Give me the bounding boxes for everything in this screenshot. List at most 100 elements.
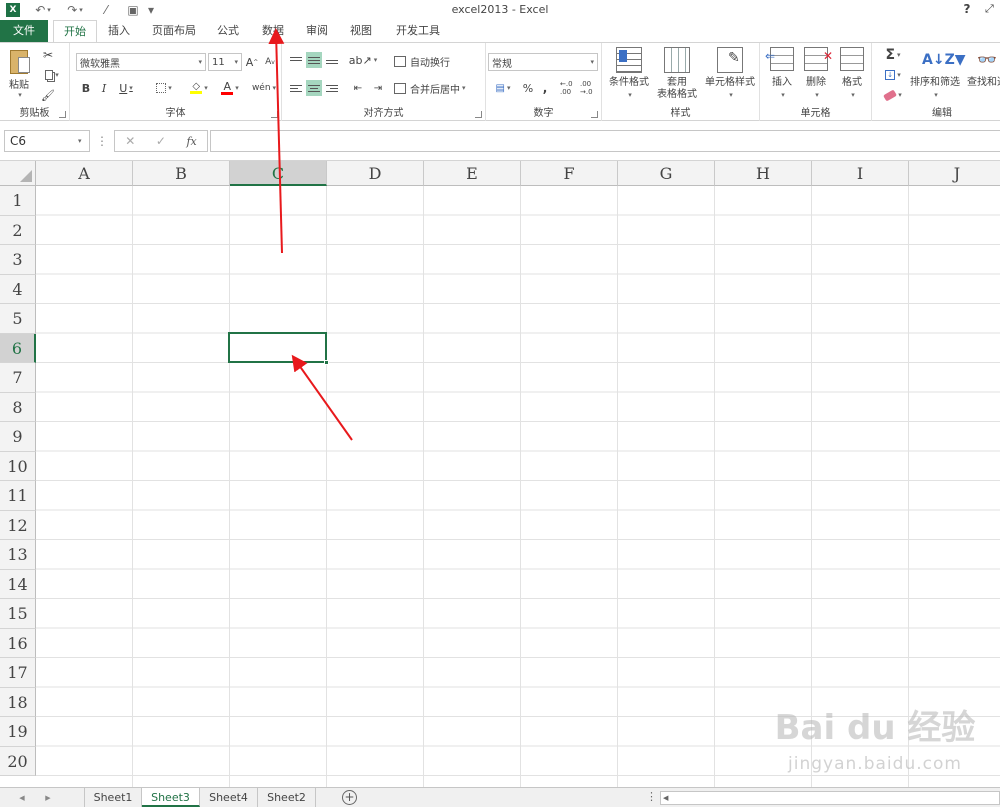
next-sheet-button[interactable]: ▶	[42, 791, 54, 805]
tab-file[interactable]: 文件	[0, 20, 48, 42]
row-header-19[interactable]: 19	[0, 717, 36, 747]
paste-button[interactable]: 粘贴 ▾	[4, 45, 34, 103]
add-sheet-button[interactable]: +	[342, 790, 357, 805]
cell-area[interactable]	[36, 186, 1000, 787]
clear-button[interactable]: ▾	[880, 87, 906, 103]
number-format-select[interactable]: 常规 ▾	[488, 53, 598, 71]
column-header-i[interactable]: I	[812, 161, 909, 186]
format-as-table-button[interactable]: 套用 表格格式	[654, 47, 700, 101]
comma-style-button[interactable]: ,	[538, 79, 552, 97]
chevron-down-icon[interactable]: ▾	[78, 130, 90, 152]
row-header-15[interactable]: 15	[0, 599, 36, 629]
decrease-font-size-button[interactable]: Av	[262, 53, 278, 71]
borders-button[interactable]: ▾	[150, 79, 178, 97]
sort-filter-button[interactable]: A↓Z▼ 排序和筛选 ▾	[908, 47, 965, 101]
save-button[interactable]: ▣	[124, 1, 142, 19]
row-header-11[interactable]: 11	[0, 481, 36, 511]
bold-button[interactable]: B	[78, 79, 94, 97]
row-header-4[interactable]: 4	[0, 274, 36, 304]
font-dialog-launcher[interactable]	[271, 111, 278, 118]
excel-app-icon[interactable]: X	[4, 1, 22, 19]
row-header-13[interactable]: 13	[0, 540, 36, 570]
tab-review[interactable]: 审阅	[302, 20, 332, 42]
number-dialog-launcher[interactable]	[591, 111, 598, 118]
formula-input[interactable]	[210, 130, 1000, 152]
phonetic-guide-button[interactable]: wén ▾	[250, 79, 278, 97]
scroll-left-button[interactable]: ◀	[663, 792, 673, 804]
decrease-indent-button[interactable]: ⇤	[350, 80, 366, 96]
column-header-j[interactable]: J	[909, 161, 1000, 186]
font-color-button[interactable]: A ▾	[216, 79, 244, 97]
tab-view[interactable]: 视图	[346, 20, 376, 42]
ribbon-display-options-button[interactable]: ⤢	[985, 2, 997, 16]
find-select-button[interactable]: 👓 查找和选	[962, 47, 1000, 89]
sheet-tab-sheet4[interactable]: Sheet4	[200, 788, 258, 807]
tab-formulas[interactable]: 公式	[214, 20, 242, 42]
redo-button[interactable]: ↷ ▾	[62, 1, 88, 19]
merge-center-button[interactable]: 合并后居中 ▾	[394, 79, 484, 97]
increase-indent-button[interactable]: ⇥	[370, 80, 386, 96]
column-header-d[interactable]: D	[327, 161, 424, 186]
column-header-h[interactable]: H	[715, 161, 812, 186]
insert-function-button[interactable]: fx	[186, 135, 196, 148]
tab-insert[interactable]: 插入	[104, 20, 134, 42]
cell-styles-button[interactable]: 单元格样式 ▾	[702, 47, 758, 101]
accounting-format-button[interactable]: ▤ ▾	[488, 79, 518, 97]
autosum-button[interactable]: Σ ▾	[880, 47, 906, 63]
fill-handle[interactable]	[324, 360, 329, 365]
tab-data[interactable]: 数据	[258, 20, 288, 42]
undo-button[interactable]: ↶ ▾	[30, 1, 56, 19]
confirm-entry-button[interactable]: ✓	[156, 134, 166, 148]
row-header-17[interactable]: 17	[0, 658, 36, 688]
column-header-g[interactable]: G	[618, 161, 715, 186]
delete-cells-button[interactable]: 删除 ▾	[800, 47, 833, 101]
cancel-entry-button[interactable]: ✕	[125, 134, 135, 148]
decrease-decimal-button[interactable]: .00 →.0	[580, 79, 598, 97]
format-painter-button[interactable]: 🖌	[40, 87, 56, 103]
column-header-f[interactable]: F	[521, 161, 618, 186]
insert-cells-button[interactable]: 插入 ▾	[765, 47, 798, 101]
format-cells-button[interactable]: 格式 ▾	[836, 47, 868, 101]
format-brush-quick-button[interactable]: ⁄	[96, 1, 116, 19]
row-header-8[interactable]: 8	[0, 392, 36, 422]
align-middle-button[interactable]	[306, 52, 322, 68]
help-button[interactable]: ?	[960, 2, 974, 16]
row-header-6[interactable]: 6	[0, 333, 36, 363]
row-header-12[interactable]: 12	[0, 510, 36, 540]
row-header-2[interactable]: 2	[0, 215, 36, 245]
sheet-tab-sheet2[interactable]: Sheet2	[258, 788, 316, 807]
row-header-7[interactable]: 7	[0, 363, 36, 393]
align-left-button[interactable]	[288, 80, 304, 96]
row-header-10[interactable]: 10	[0, 451, 36, 481]
sheet-bar-resize-handle[interactable]: ⋮	[646, 790, 657, 805]
copy-button[interactable]: ▾	[40, 67, 64, 83]
increase-font-size-button[interactable]: A ^	[244, 53, 260, 71]
font-size-select[interactable]: 11 ▾	[208, 53, 242, 71]
conditional-formatting-button[interactable]: 条件格式 ▾	[606, 47, 652, 101]
horizontal-scrollbar[interactable]: ◀	[660, 791, 1000, 805]
orientation-button[interactable]: ab↗ ▾	[349, 52, 377, 68]
align-center-button[interactable]	[306, 80, 322, 96]
tab-developer[interactable]: 开发工具	[390, 20, 446, 42]
prev-sheet-button[interactable]: ◀	[16, 791, 28, 805]
sheet-tab-sheet1[interactable]: Sheet1	[84, 788, 142, 807]
row-header-3[interactable]: 3	[0, 245, 36, 275]
customize-quick-access-button[interactable]: ▾	[146, 1, 156, 19]
column-header-c[interactable]: C	[230, 161, 327, 186]
fill-button[interactable]: ↓ ▾	[880, 67, 906, 83]
clipboard-dialog-launcher[interactable]	[59, 111, 66, 118]
align-bottom-button[interactable]	[324, 52, 340, 68]
row-header-9[interactable]: 9	[0, 422, 36, 452]
column-header-a[interactable]: A	[36, 161, 133, 186]
sheet-tab-sheet3[interactable]: Sheet3	[142, 788, 200, 807]
alignment-dialog-launcher[interactable]	[475, 111, 482, 118]
tab-page-layout[interactable]: 页面布局	[146, 20, 202, 42]
column-header-e[interactable]: E	[424, 161, 521, 186]
row-header-20[interactable]: 20	[0, 746, 36, 776]
tab-home[interactable]: 开始	[53, 20, 97, 43]
underline-button[interactable]: U ▾	[114, 79, 138, 97]
selected-cell[interactable]	[228, 332, 327, 363]
increase-decimal-button[interactable]: ←.0 .00	[560, 79, 578, 97]
column-header-b[interactable]: B	[133, 161, 230, 186]
row-header-5[interactable]: 5	[0, 304, 36, 334]
